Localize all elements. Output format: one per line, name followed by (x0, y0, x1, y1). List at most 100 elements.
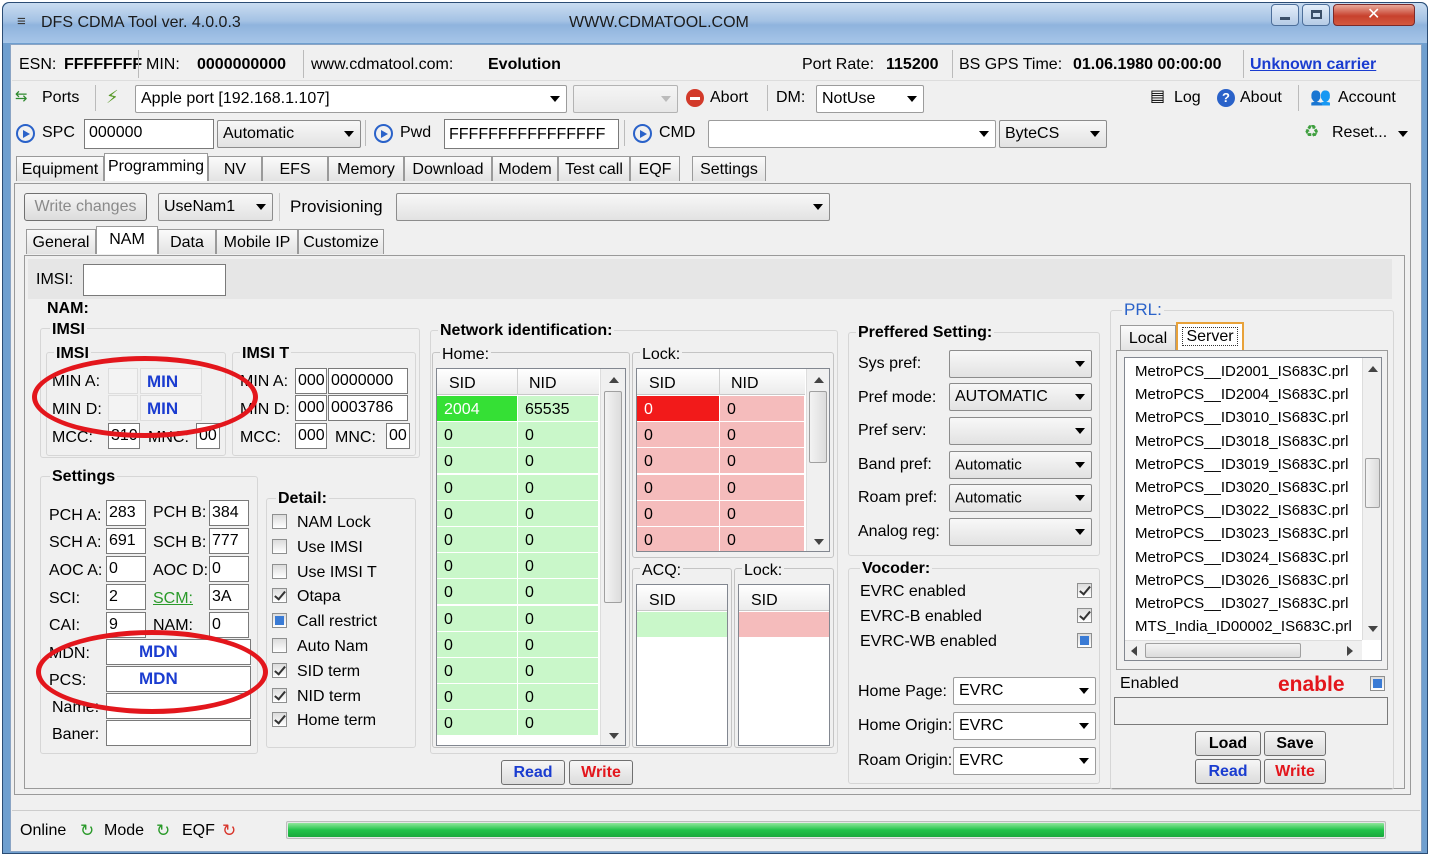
pref-serv-select[interactable] (949, 417, 1092, 445)
acq-grid[interactable]: SID (636, 584, 728, 746)
lock2-sid-header[interactable]: SID (751, 593, 778, 609)
sch-b-input[interactable]: 777 (209, 528, 249, 554)
prl-file-list[interactable]: MetroPCS__ID2001_IS683C.prl MetroPCS__ID2… (1124, 357, 1382, 661)
lock-scroll-up-icon[interactable] (814, 377, 824, 383)
tab-test-call[interactable]: Test call (558, 156, 630, 181)
detail-checkbox[interactable] (272, 538, 287, 554)
prl-file-item[interactable]: MetroPCS__ID2001_IS683C.prl (1135, 364, 1348, 379)
prl-file-item[interactable]: MetroPCS__ID3020_IS683C.prl (1135, 480, 1348, 495)
t-mnc-input[interactable]: 00 (386, 423, 410, 449)
acq-row[interactable] (637, 612, 727, 638)
roam-pref-select[interactable]: Automatic (949, 484, 1092, 512)
tab-settings[interactable]: Settings (692, 156, 766, 181)
detail-checkbox[interactable] (272, 613, 287, 629)
tab-memory[interactable]: Memory (328, 156, 404, 181)
home-origin-select[interactable]: EVRC (953, 712, 1096, 740)
prl-read-button[interactable]: Read (1195, 759, 1261, 784)
tab-download[interactable]: Download (404, 156, 492, 181)
vocoder-checkbox[interactable] (1077, 608, 1092, 623)
network-read-button[interactable]: Read (501, 760, 565, 785)
imsi-input[interactable] (83, 264, 226, 296)
bytecs-select[interactable]: ByteCS (999, 120, 1107, 148)
grid-cell[interactable]: 0 (518, 553, 599, 580)
grid-cell[interactable]: 0 (518, 422, 599, 449)
t-min-d-1-input[interactable]: 000 (295, 395, 327, 421)
tab-eqf[interactable]: EQF (630, 156, 680, 181)
home-nid-header[interactable]: NID (529, 376, 557, 392)
grid-row[interactable]: 00 (437, 527, 599, 553)
t-min-a-2-input[interactable]: 0000000 (328, 368, 408, 394)
roam-origin-select[interactable]: EVRC (953, 747, 1096, 775)
grid-row[interactable]: 00 (437, 658, 599, 684)
carrier-link[interactable]: Unknown carrier (1250, 57, 1376, 73)
grid-cell[interactable]: 0 (437, 631, 518, 658)
lock-sid-header[interactable]: SID (649, 376, 676, 392)
subtab-data[interactable]: Data (158, 229, 216, 254)
grid-row[interactable]: 00 (437, 448, 599, 475)
reset-button[interactable]: Reset... (1332, 125, 1387, 141)
baner-input[interactable] (106, 720, 251, 746)
grid-cell[interactable]: 0 (437, 422, 518, 449)
prl-file-item[interactable]: MetroPCS__ID3022_IS683C.prl (1135, 503, 1348, 518)
prl-file-item[interactable]: MetroPCS__ID3019_IS683C.prl (1135, 457, 1348, 472)
prl-scroll-left-icon[interactable] (1131, 646, 1137, 656)
tab-programming[interactable]: Programming (104, 153, 208, 181)
grid-cell[interactable]: 0 (720, 396, 805, 422)
detail-checkbox[interactable] (272, 563, 287, 579)
network-write-button[interactable]: Write (569, 760, 633, 785)
grid-cell[interactable]: 0 (637, 422, 720, 449)
prl-scroll-up-icon[interactable] (1368, 366, 1378, 372)
grid-cell[interactable]: 0 (437, 605, 518, 632)
pch-a-input[interactable]: 283 (106, 500, 146, 526)
lock-nid-header[interactable]: NID (731, 376, 759, 392)
nam-input[interactable]: 0 (209, 612, 249, 638)
t-mcc-input[interactable]: 000 (295, 423, 327, 449)
grid-row[interactable]: 2004 65535 (437, 396, 599, 422)
scroll-down-icon[interactable] (609, 733, 619, 739)
prl-file-item[interactable]: MetroPCS__ID3018_IS683C.prl (1135, 434, 1348, 449)
grid-cell[interactable]: 0 (437, 474, 518, 501)
grid-row[interactable]: 00 (637, 448, 805, 475)
cmd-select[interactable] (708, 120, 996, 148)
grid-cell[interactable]: 0 (518, 500, 599, 527)
pref-mode-select[interactable]: AUTOMATIC (949, 383, 1092, 411)
prl-file-item[interactable]: MetroPCS__ID3023_IS683C.prl (1135, 526, 1348, 541)
grid-cell[interactable]: 0 (437, 553, 518, 580)
grid-cell[interactable]: 0 (518, 527, 599, 553)
grid-cell[interactable]: 0 (437, 684, 518, 711)
grid-cell[interactable]: 2004 (437, 396, 518, 422)
subtab-mobile-ip[interactable]: Mobile IP (216, 229, 298, 254)
grid-cell[interactable]: 0 (518, 710, 599, 737)
prl-scroll-down-icon[interactable] (1368, 626, 1378, 632)
subtab-general[interactable]: General (26, 229, 96, 254)
connect-plug-icon[interactable]: ⚡ (106, 88, 119, 106)
abort-button[interactable]: Abort (710, 90, 748, 106)
subtab-customize[interactable]: Customize (298, 229, 384, 254)
grid-cell[interactable]: 0 (437, 579, 518, 606)
grid-cell[interactable]: 0 (720, 527, 805, 551)
grid-cell[interactable]: 0 (518, 631, 599, 658)
home-sid-nid-grid[interactable]: SID NID 2004 65535 0 0 0 0 0 0 0 0 0 0 0 0 0 0 0 0 0 0 0 0 0 0 0… (436, 368, 626, 746)
grid-row[interactable]: 00 (437, 500, 599, 527)
grid-row[interactable]: 00 (437, 553, 599, 580)
t-min-d-2-input[interactable]: 0003786 (328, 395, 408, 421)
account-button[interactable]: Account (1338, 90, 1396, 106)
grid-row[interactable]: 00 (637, 500, 805, 527)
grid-row[interactable]: 00 (437, 605, 599, 632)
prl-file-item[interactable]: MetroPCS__ID2004_IS683C.prl (1135, 387, 1348, 402)
home-page-select[interactable]: EVRC (953, 677, 1096, 705)
grid-row[interactable]: 00 (437, 422, 599, 449)
grid-row[interactable]: 00 (637, 474, 805, 501)
tab-efs[interactable]: EFS (262, 156, 328, 181)
aoc-a-input[interactable]: 0 (106, 556, 146, 582)
detail-checkbox[interactable] (272, 712, 287, 728)
t-min-a-1-input[interactable]: 000 (295, 368, 327, 394)
sci-input[interactable]: 2 (106, 584, 146, 610)
prl-file-item[interactable]: MetroPCS__ID3027_IS683C.prl (1135, 596, 1348, 611)
grid-cell[interactable]: 0 (518, 579, 599, 606)
prl-scroll-right-icon[interactable] (1347, 646, 1353, 656)
ports-button[interactable]: Ports (42, 90, 79, 106)
subtab-nam[interactable]: NAM (96, 226, 158, 254)
maximize-button[interactable] (1302, 4, 1330, 26)
detail-checkbox[interactable] (272, 638, 287, 653)
